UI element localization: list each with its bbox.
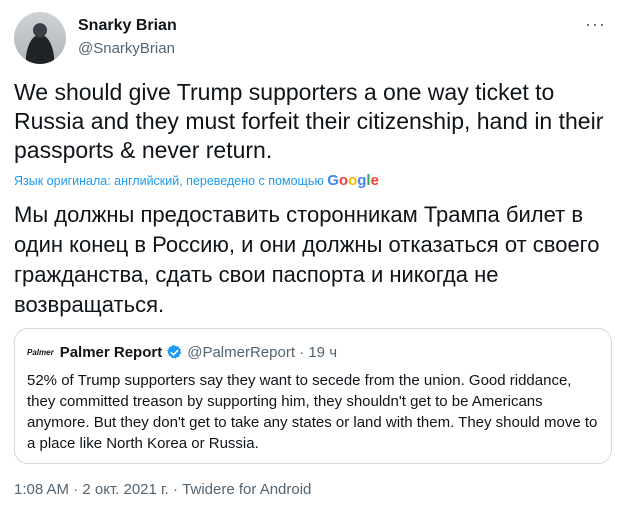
tweet-timestamp[interactable]: 1:08 AM · 2 окт. 2021 г. · Twidere for A… xyxy=(14,481,311,498)
meta-separator: · xyxy=(299,343,305,361)
translation-note[interactable]: Язык оригинала: английский, переведено с… xyxy=(14,172,379,189)
google-logo: Google xyxy=(327,172,379,189)
avatar[interactable] xyxy=(14,12,66,64)
quoted-author-handle: @PalmerReport xyxy=(187,343,295,361)
translation-note-text: Язык оригинала: английский, переведено с… xyxy=(14,174,324,188)
verified-badge-icon xyxy=(167,344,182,359)
tweet-text: We should give Trump supporters a one wa… xyxy=(14,79,604,163)
quoted-author-name: Palmer Report xyxy=(59,343,163,361)
palmer-report-logo: Palmer xyxy=(27,347,54,357)
translated-text: Мы должны предоставить сторонникам Трамп… xyxy=(14,202,600,317)
tweet-header: Snarky Brian @SnarkyBrian ··· xyxy=(14,12,606,64)
quoted-tweet[interactable]: Palmer Palmer Report @PalmerReport · 19 … xyxy=(14,328,612,464)
quoted-tweet-header: Palmer Palmer Report @PalmerReport · 19 … xyxy=(27,341,337,363)
author-name[interactable]: Snarky Brian xyxy=(78,17,177,35)
quoted-tweet-time: 19 ч xyxy=(308,343,338,361)
author-handle[interactable]: @SnarkyBrian xyxy=(78,40,175,57)
quoted-tweet-text: 52% of Trump supporters say they want to… xyxy=(27,372,598,452)
more-dots-icon[interactable]: ··· xyxy=(585,14,606,35)
